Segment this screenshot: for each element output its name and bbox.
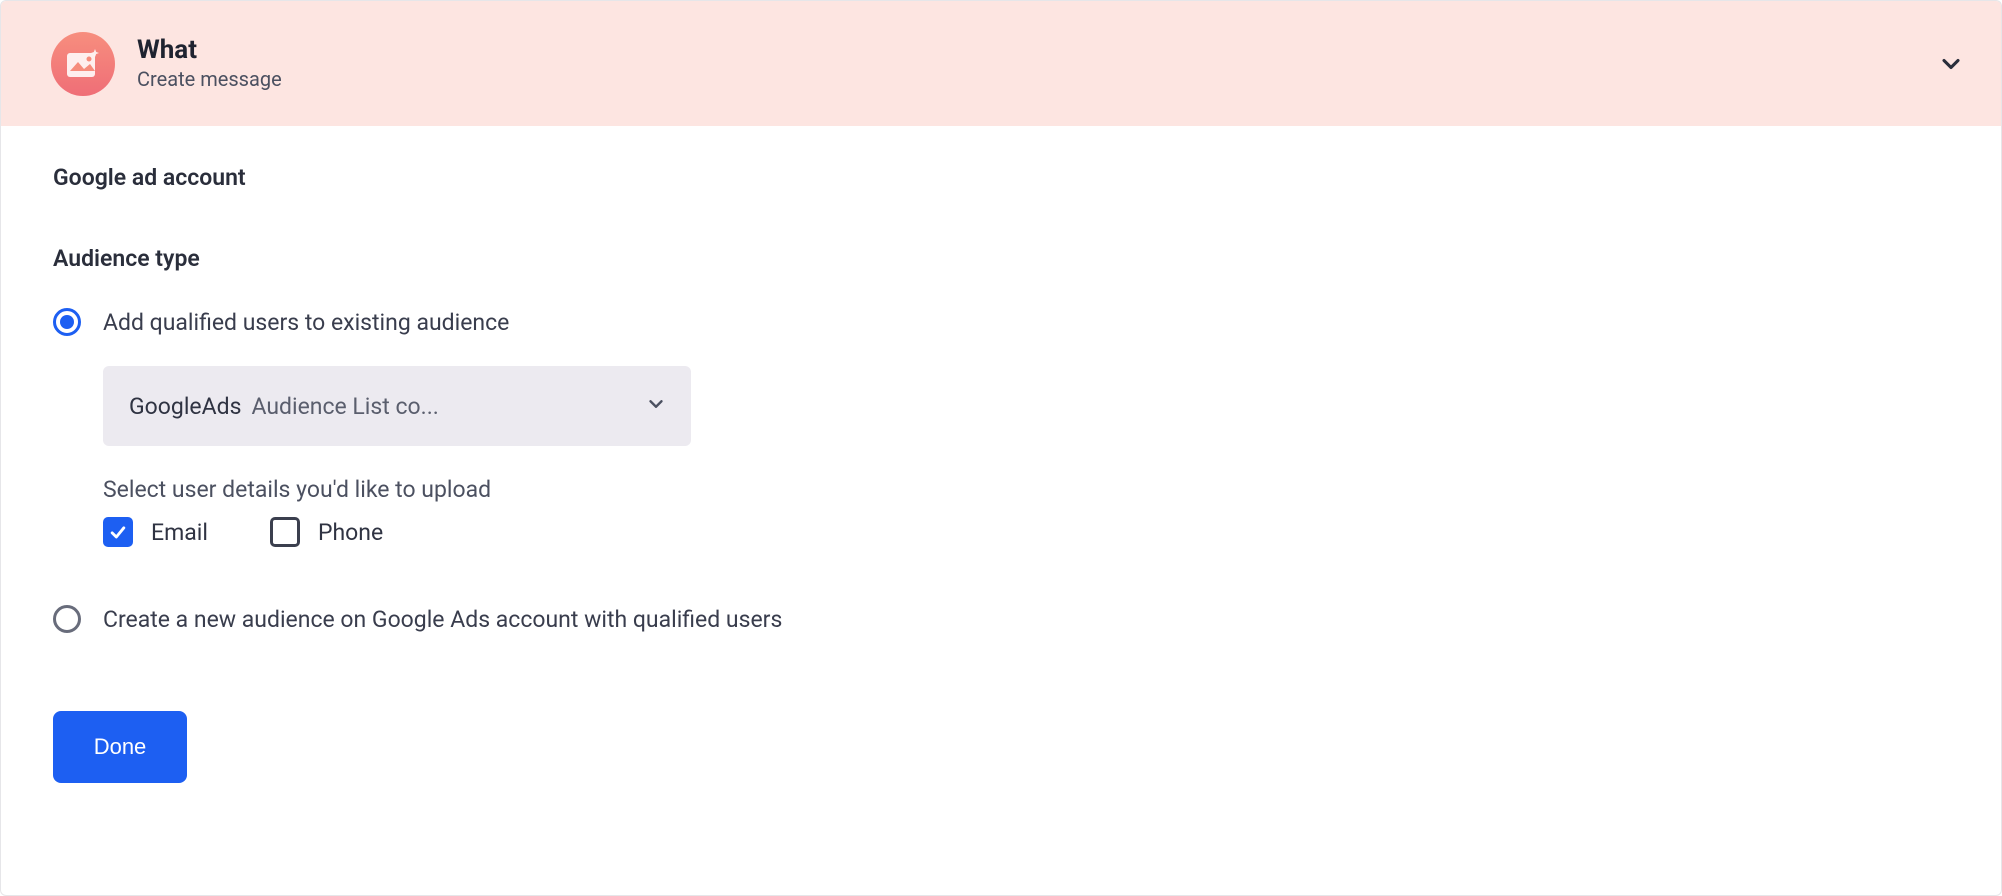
- section-header-what[interactable]: What Create message: [1, 1, 2001, 126]
- chevron-down-icon: [645, 393, 667, 419]
- checkbox-unchecked-icon[interactable]: [270, 517, 300, 547]
- upload-checks: Email Phone: [103, 517, 1949, 547]
- header-left: What Create message: [51, 32, 282, 96]
- checkbox-checked-icon[interactable]: [103, 517, 133, 547]
- radio-empty-icon[interactable]: [53, 605, 81, 633]
- dropdown-selected-value: Audience List co...: [251, 393, 438, 420]
- option-existing-audience-label: Add qualified users to existing audience: [103, 309, 509, 336]
- message-image-icon: [51, 32, 115, 96]
- option-new-audience-label: Create a new audience on Google Ads acco…: [103, 606, 782, 633]
- header-subtitle: Create message: [137, 68, 282, 91]
- panel-body: Google ad account Audience type Add qual…: [1, 126, 2001, 823]
- option1-details: GoogleAds Audience List co... Select use…: [103, 366, 1949, 547]
- checkbox-email-label: Email: [151, 519, 208, 546]
- checkbox-phone-label: Phone: [318, 519, 383, 546]
- checkbox-phone[interactable]: Phone: [270, 517, 383, 547]
- audience-type-label: Audience type: [53, 245, 1949, 272]
- option-new-audience[interactable]: Create a new audience on Google Ads acco…: [53, 605, 1949, 633]
- google-ad-account-label: Google ad account: [53, 164, 1949, 191]
- audience-list-dropdown[interactable]: GoogleAds Audience List co...: [103, 366, 691, 446]
- done-button[interactable]: Done: [53, 711, 187, 783]
- dropdown-brand: GoogleAds: [129, 393, 241, 420]
- upload-details-label: Select user details you'd like to upload: [103, 476, 1949, 503]
- checkbox-email[interactable]: Email: [103, 517, 208, 547]
- header-title: What: [137, 36, 282, 66]
- header-text: What Create message: [137, 36, 282, 91]
- option-existing-audience[interactable]: Add qualified users to existing audience: [53, 308, 1949, 336]
- chevron-down-icon[interactable]: [1937, 50, 1965, 78]
- radio-selected-icon[interactable]: [53, 308, 81, 336]
